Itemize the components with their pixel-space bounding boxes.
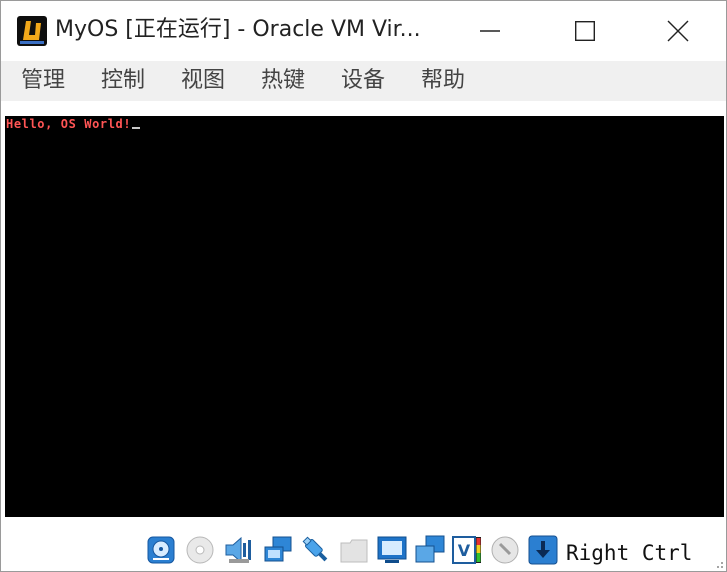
console-line: Hello, OS World! <box>6 117 141 131</box>
shared-folder-icon[interactable] <box>339 535 369 565</box>
resize-grip-icon[interactable] <box>712 557 724 569</box>
maximize-button[interactable] <box>562 11 608 51</box>
console-text: Hello, OS World! <box>6 117 132 131</box>
maximize-icon <box>575 21 595 41</box>
capture-icon[interactable] <box>415 535 445 565</box>
network-icon[interactable] <box>263 535 293 565</box>
optical-drive-icon[interactable] <box>185 535 215 565</box>
menu-bar: 管理 控制 视图 热键 设备 帮助 <box>1 61 726 101</box>
menu-view[interactable]: 视图 <box>179 66 227 96</box>
title-bar[interactable]: MyOS [正在运行] - Oracle VM Vir... <box>1 1 726 59</box>
menu-control[interactable]: 控制 <box>99 66 147 96</box>
minimize-icon <box>480 30 500 32</box>
vm-display[interactable]: Hello, OS World! <box>5 116 724 517</box>
svg-text:V: V <box>458 541 471 560</box>
menu-machine[interactable]: 管理 <box>19 66 67 96</box>
hard-disk-icon[interactable] <box>146 535 176 565</box>
close-icon <box>667 20 689 42</box>
menu-devices[interactable]: 设备 <box>339 66 387 96</box>
display-icon[interactable] <box>377 535 407 565</box>
close-button[interactable] <box>655 11 701 51</box>
minimize-button[interactable] <box>467 11 513 51</box>
host-key-icon[interactable] <box>528 535 558 565</box>
menu-help[interactable]: 帮助 <box>419 66 467 96</box>
audio-icon[interactable] <box>223 535 253 565</box>
cpu-activity-icon[interactable]: V <box>452 535 482 565</box>
text-cursor <box>132 127 141 129</box>
virtualbox-window: MyOS [正在运行] - Oracle VM Vir... 管理 控制 视图 … <box>0 0 727 572</box>
usb-icon[interactable] <box>301 535 331 565</box>
menu-hotkeys[interactable]: 热键 <box>259 66 307 96</box>
host-key-label: Right Ctrl <box>566 541 693 565</box>
window-title: MyOS [正在运行] - Oracle VM Vir... <box>55 17 421 42</box>
virtualbox-app-icon[interactable] <box>16 15 48 47</box>
mouse-integration-icon[interactable] <box>490 535 520 565</box>
